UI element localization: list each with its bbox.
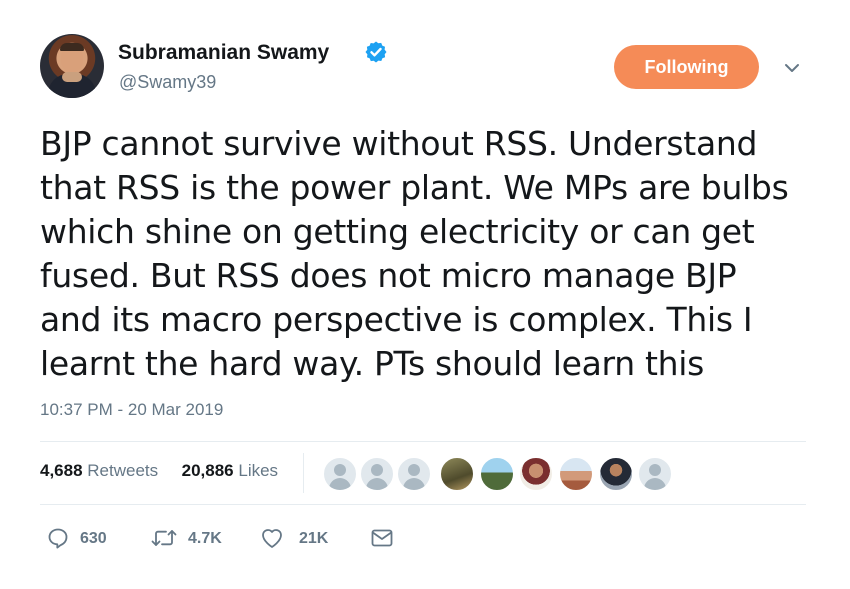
tweet-text-line: which shine on getting electricity or ca…	[40, 212, 755, 251]
tweet-text-line: learnt the hard way. PTs should learn th…	[40, 344, 705, 383]
likes-stat[interactable]: 20,886 Likes	[177, 461, 278, 480]
retweet-count: 4.7K	[188, 530, 222, 547]
liker-avatar[interactable]	[480, 457, 514, 491]
tweet-text-line: BJP cannot survive without RSS. Understa…	[40, 124, 758, 163]
following-button[interactable]: Following	[614, 45, 759, 89]
stats-separator	[303, 453, 304, 493]
tweet-actions: 630 4.7K 21K	[40, 522, 440, 554]
display-name[interactable]: Subramanian Swamy	[118, 41, 329, 65]
likes-count: 20,886	[181, 461, 234, 480]
retweets-count: 4,688	[40, 461, 83, 480]
reply-button[interactable]: 630	[46, 522, 116, 554]
liker-avatar[interactable]	[519, 457, 553, 491]
tweet-text: BJP cannot survive without RSS. Understa…	[40, 122, 830, 386]
default-avatar-icon[interactable]	[638, 457, 672, 491]
liker-avatar[interactable]	[559, 457, 593, 491]
chevron-down-icon[interactable]	[782, 60, 802, 76]
engagement-stats: 4,688 Retweets 20,886 Likes	[40, 461, 278, 481]
default-avatar-icon[interactable]	[360, 457, 394, 491]
user-handle[interactable]: @Swamy39	[119, 72, 216, 93]
verified-badge-icon	[365, 41, 387, 63]
liker-avatar[interactable]	[599, 457, 633, 491]
direct-message-button[interactable]	[370, 522, 400, 554]
heart-icon	[262, 529, 282, 548]
liker-avatar[interactable]	[440, 457, 474, 491]
divider	[40, 441, 806, 442]
reply-icon	[48, 528, 68, 549]
retweets-stat[interactable]: 4,688 Retweets	[40, 461, 163, 480]
like-button[interactable]: 21K	[259, 522, 339, 554]
likes-label: Likes	[238, 461, 279, 480]
default-avatar-icon[interactable]	[323, 457, 357, 491]
retweet-icon	[151, 530, 177, 546]
like-count: 21K	[299, 530, 329, 547]
retweet-button[interactable]: 4.7K	[150, 522, 230, 554]
retweets-label: Retweets	[87, 461, 159, 480]
tweet-text-line: and its macro perspective is complex. Th…	[40, 300, 753, 339]
divider	[40, 504, 806, 505]
profile-avatar[interactable]	[40, 34, 104, 98]
tweet-timestamp[interactable]: 10:37 PM - 20 Mar 2019	[40, 400, 223, 420]
reply-count: 630	[80, 530, 107, 547]
envelope-icon	[371, 529, 393, 547]
default-avatar-icon[interactable]	[397, 457, 431, 491]
tweet-text-line: fused. But RSS does not micro manage BJP	[40, 256, 737, 295]
tweet-text-line: that RSS is the power plant. We MPs are …	[40, 168, 789, 207]
